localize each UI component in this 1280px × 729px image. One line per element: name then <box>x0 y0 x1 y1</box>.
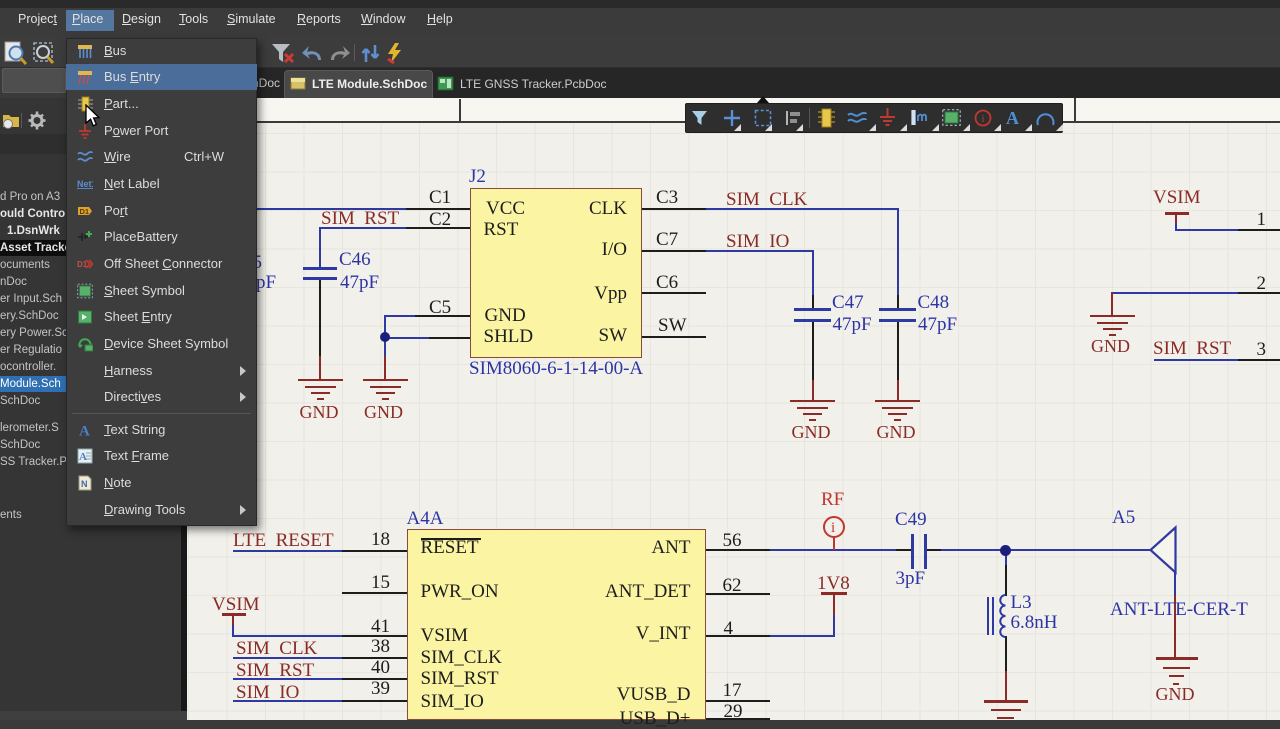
svg-text:i: i <box>981 113 984 125</box>
svg-text:D1: D1 <box>80 207 90 216</box>
svg-text:N: N <box>81 479 88 489</box>
svg-text:A: A <box>79 424 90 439</box>
svg-text:A: A <box>79 451 87 463</box>
svg-text:Net1: Net1 <box>77 179 93 189</box>
